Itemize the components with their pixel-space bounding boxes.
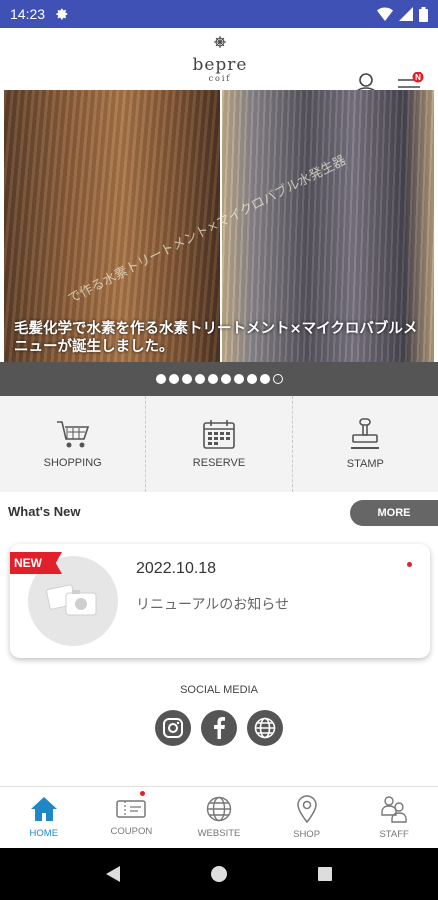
nav-coupon[interactable]: COUPON xyxy=(88,787,176,848)
nav-website-label: WEBSITE xyxy=(197,828,241,839)
nav-shop[interactable]: SHOP xyxy=(263,787,351,848)
carousel-dot-active[interactable] xyxy=(259,374,270,384)
app-logo: bepre coif xyxy=(192,36,247,83)
reserve-button[interactable]: RESERVE xyxy=(146,396,293,492)
news-date: 2022.10.18 xyxy=(136,560,217,577)
more-button[interactable]: MORE xyxy=(350,500,438,526)
recents-icon[interactable] xyxy=(317,866,333,882)
banner-carousel[interactable]: で作る水素トリートメント×マイクロバブル水発生器 毛髪化学で水素を作る水素トリー… xyxy=(4,90,434,362)
news-card[interactable]: NEW 2022.10.18 リニューアルのお知らせ xyxy=(10,544,430,658)
section-title: What's New xyxy=(8,504,81,519)
carousel-dot[interactable] xyxy=(155,374,166,384)
social-links xyxy=(0,710,438,746)
svg-text:coif: coif xyxy=(209,74,232,83)
nav-staff-label: STAFF xyxy=(379,829,409,840)
carousel-dot[interactable] xyxy=(246,374,257,384)
nav-coupon-label: COUPON xyxy=(110,826,153,837)
instagram-icon xyxy=(163,718,183,738)
home-circle-icon[interactable] xyxy=(210,865,228,883)
whats-new-header: What's New MORE xyxy=(0,498,438,528)
quick-menu: SHOPPING RESERVE STAMP xyxy=(0,396,438,492)
bottom-navigation: HOME COUPON WEBSITE SHOP STAFF xyxy=(0,786,438,848)
battery-icon xyxy=(419,6,428,22)
photo-placeholder-icon xyxy=(46,584,97,616)
carousel-dot[interactable] xyxy=(233,374,244,384)
home-icon xyxy=(30,797,57,821)
cart-icon xyxy=(56,421,89,448)
nav-home-label: HOME xyxy=(29,828,59,839)
carousel-dot[interactable] xyxy=(181,374,192,384)
calendar-icon xyxy=(203,420,235,449)
reserve-label: RESERVE xyxy=(192,457,246,469)
signal-icon xyxy=(399,7,413,21)
stamp-icon xyxy=(351,418,380,449)
facebook-button[interactable] xyxy=(201,710,237,746)
location-pin-icon xyxy=(296,795,317,823)
svg-text:bepre: bepre xyxy=(192,55,247,75)
stamp-label: STAMP xyxy=(346,458,384,470)
wifi-icon xyxy=(377,7,393,21)
carousel-indicators xyxy=(0,362,438,396)
coupon-badge-dot xyxy=(139,791,145,796)
status-bar: 14:23 xyxy=(0,0,438,28)
carousel-dot[interactable] xyxy=(220,374,231,384)
back-icon[interactable] xyxy=(105,865,121,883)
nav-shop-label: SHOP xyxy=(293,829,321,840)
carousel-dot[interactable] xyxy=(272,374,283,384)
website-button[interactable] xyxy=(247,710,283,746)
facebook-icon xyxy=(214,717,225,739)
staff-icon xyxy=(381,796,407,823)
carousel-dot[interactable] xyxy=(168,374,179,384)
instagram-button[interactable] xyxy=(155,710,191,746)
app-header: bepre coif N xyxy=(0,28,438,98)
nav-home[interactable]: HOME xyxy=(0,787,88,848)
menu-badge: N xyxy=(415,73,421,82)
gear-icon xyxy=(56,8,68,20)
shopping-label: SHOPPING xyxy=(43,457,102,469)
coupon-icon xyxy=(116,800,147,818)
status-time: 14:23 xyxy=(10,6,46,22)
nav-website[interactable]: WEBSITE xyxy=(175,787,263,848)
nav-staff[interactable]: STAFF xyxy=(350,787,438,848)
carousel-dot[interactable] xyxy=(207,374,218,384)
banner-caption: 毛髪化学で水素を作る水素トリートメント×マイクロバブルメニューが誕生しました。 xyxy=(14,321,418,355)
globe-icon xyxy=(206,796,232,822)
social-media-title: SOCIAL MEDIA xyxy=(180,684,258,696)
shopping-button[interactable]: SHOPPING xyxy=(0,396,147,492)
new-badge: NEW xyxy=(10,552,62,574)
stamp-button[interactable]: STAMP xyxy=(293,396,438,492)
news-title: リニューアルのお知らせ xyxy=(136,597,290,613)
website-icon xyxy=(254,717,276,739)
carousel-dot[interactable] xyxy=(194,374,205,384)
system-navigation-bar xyxy=(0,848,438,900)
unread-dot xyxy=(407,562,412,567)
